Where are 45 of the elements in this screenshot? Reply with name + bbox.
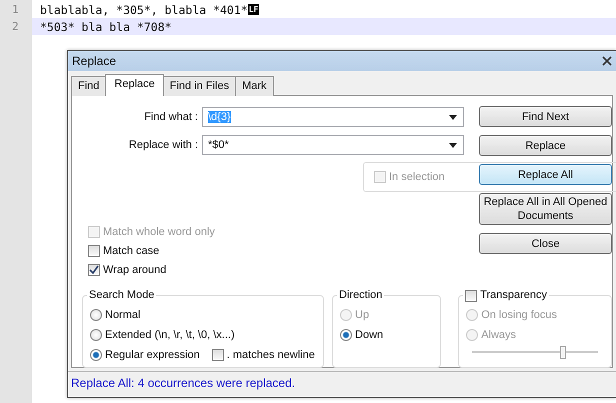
dialog-button[interactable]: Find Next [479, 106, 612, 127]
checkbox-label: Wrap around [103, 264, 166, 276]
radio-button[interactable] [340, 329, 352, 341]
checkbox-label: . matches newline [226, 349, 315, 361]
window-title: Replace [72, 54, 116, 68]
radio-label: On losing focus [481, 309, 558, 321]
radio-label: Always [481, 329, 516, 341]
code-line: blablabla, *305*, blabla *401* [40, 2, 248, 16]
field-label: Find what : [143, 111, 199, 123]
tab[interactable]: Find [71, 76, 106, 96]
dialog-button[interactable]: Replace [479, 135, 612, 156]
radio-label: Regular expression [105, 349, 200, 361]
radio-label: Up [355, 309, 370, 321]
eol-marker: LF [248, 4, 260, 15]
checkbox-label: Transparency [480, 288, 548, 303]
slider-thumb[interactable] [560, 346, 566, 359]
checkbox[interactable] [88, 264, 100, 276]
field-label: Replace with : [128, 139, 199, 151]
dialog-button[interactable]: Replace All in All Opened Documents [479, 193, 612, 225]
tab[interactable]: Find in Files [162, 76, 236, 96]
radio-button[interactable] [90, 349, 102, 361]
tab[interactable]: Replace [105, 74, 164, 96]
radio-label: Normal [105, 309, 140, 321]
checkbox[interactable] [465, 290, 478, 302]
radio-button[interactable] [90, 329, 102, 341]
radio-button[interactable] [90, 309, 102, 321]
radio-button[interactable] [466, 309, 478, 321]
radio-label: Extended (\n, \r, \t, \0, \x...) [105, 329, 235, 341]
dialog-button[interactable]: Replace All [479, 164, 612, 185]
status-message: Replace All: 4 occurrences were replaced. [68, 371, 616, 398]
checkbox[interactable] [88, 245, 100, 257]
line-number: 2 [0, 18, 32, 35]
tab[interactable]: Mark [235, 76, 274, 96]
radio-button[interactable] [466, 329, 478, 341]
checkbox[interactable] [212, 349, 224, 361]
checkbox-label: In selection [389, 171, 445, 183]
checkbox-label: Match case [103, 245, 160, 257]
dropdown-caret-icon[interactable] [449, 114, 457, 120]
dialog-button[interactable]: Close [479, 233, 612, 254]
radio-label: Down [355, 329, 384, 341]
checkbox-label: Match whole word only [103, 226, 215, 238]
dropdown-caret-icon[interactable] [449, 142, 457, 148]
replace-field[interactable]: *$0* [202, 135, 464, 155]
close-icon[interactable] [602, 56, 612, 66]
code-line: *503* bla bla *708* [40, 20, 172, 34]
